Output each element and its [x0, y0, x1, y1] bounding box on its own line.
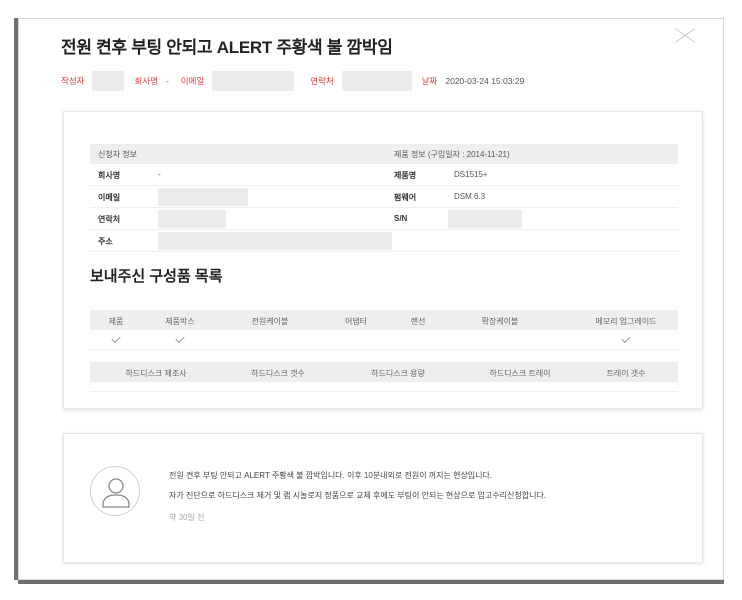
info-row: 회사명 - 제품명 DS1515+ — [90, 164, 678, 186]
email-row-label: 이메일 — [98, 193, 121, 202]
address-value-redacted — [158, 232, 392, 250]
product-name-value: DS1515+ — [454, 170, 488, 179]
company-name-value: - — [158, 170, 161, 179]
col-extension-cable: 확장케이블 — [481, 317, 519, 326]
col-product-box: 제품박스 — [165, 317, 195, 326]
date-label: 날짜 — [421, 76, 438, 86]
date-value: 2020-03-24 15:03:29 — [445, 76, 525, 86]
applicant-header: 신청자 정보 — [98, 150, 138, 159]
info-header: 신청자 정보 제품 정보 (구입일자 : 2014-11-21) — [90, 144, 678, 164]
col-tray-count: 트레이 갯수 — [606, 369, 646, 378]
col-hdd-tray: 하드디스크 트레이 — [489, 369, 551, 378]
author-value-redacted — [92, 71, 125, 91]
firmware-label: 펌웨어 — [394, 193, 417, 202]
check-icon — [175, 333, 185, 344]
email-value-redacted — [212, 71, 295, 91]
address-label: 주소 — [98, 237, 113, 246]
avatar — [90, 466, 140, 516]
author-label: 작성자 — [61, 76, 85, 86]
serial-value-redacted — [448, 210, 522, 228]
product-name-label: 제품명 — [394, 171, 417, 180]
info-card: 신청자 정보 제품 정보 (구입일자 : 2014-11-21) 회사명 - 제… — [63, 111, 703, 409]
col-product: 제품 — [108, 317, 124, 326]
contact-row-value-redacted — [158, 210, 226, 228]
col-hdd-capacity: 하드디스크 용량 — [371, 369, 425, 378]
ticket-modal: 전원 켠후 부팅 안되고 ALERT 주황색 불 깜박임 작성자 회사명 - 이… — [18, 18, 724, 580]
firmware-value: DSM 6.3 — [454, 192, 486, 201]
page-title: 전원 켠후 부팅 안되고 ALERT 주황색 불 깜박임 — [61, 38, 393, 57]
serial-label: S/N — [394, 214, 408, 223]
hdd-empty-row — [90, 382, 678, 392]
col-adapter: 어댑터 — [344, 317, 368, 326]
components-header: 제품 제품박스 전원케이블 어댑터 랜선 확장케이블 메모리 업그레이드 — [90, 310, 678, 330]
check-icon — [621, 333, 631, 344]
info-row: 주소 — [90, 230, 678, 252]
company-name-label: 회사명 — [98, 171, 121, 180]
hdd-header: 하드디스크 제조사 하드디스크 갯수 하드디스크 용량 하드디스크 트레이 트레… — [90, 362, 678, 382]
ticket-meta: 작성자 회사명 - 이메일 연락처 날짜 2020-03-24 15:03:29 — [61, 71, 524, 91]
info-row: 이메일 펌웨어 DSM 6.3 — [90, 186, 678, 208]
product-header: 제품 정보 (구입일자 : 2014-11-21) — [394, 150, 510, 159]
email-label: 이메일 — [180, 76, 205, 86]
comment-time: 약 30일 전 — [169, 513, 205, 522]
contact-value-redacted — [341, 71, 412, 91]
col-memory-upgrade: 메모리 업그레이드 — [595, 317, 657, 326]
comment-card: 전원 켠후 부팅 안되고 ALERT 주황색 불 깜박입니다. 이후 10분내외… — [63, 433, 703, 563]
info-row: 연락처 S/N — [90, 208, 678, 230]
col-power-cable: 전원케이블 — [251, 317, 289, 326]
company-label: 회사명 — [134, 76, 158, 86]
col-lan-cable: 랜선 — [410, 317, 426, 326]
contact-row-label: 연락처 — [98, 215, 121, 224]
check-icon — [111, 333, 121, 344]
comment-line-2: 자가 진단으로 하드디스크 제거 및 램 시놀로지 정품으로 교체 후에도 부팅… — [169, 491, 547, 500]
user-icon — [102, 478, 130, 508]
contact-label: 연락처 — [310, 76, 334, 86]
comment-line-1: 전원 켠후 부팅 안되고 ALERT 주황색 불 깜박입니다. 이후 10분내외… — [169, 471, 493, 480]
components-title: 보내주신 구성품 목록 — [90, 268, 223, 285]
company-value: - — [165, 76, 169, 86]
col-hdd-count: 하드디스크 갯수 — [251, 369, 305, 378]
components-check-row — [90, 330, 678, 350]
col-hdd-maker: 하드디스크 제조사 — [125, 369, 187, 378]
close-icon[interactable] — [673, 25, 695, 47]
email-row-value-redacted — [158, 188, 248, 206]
